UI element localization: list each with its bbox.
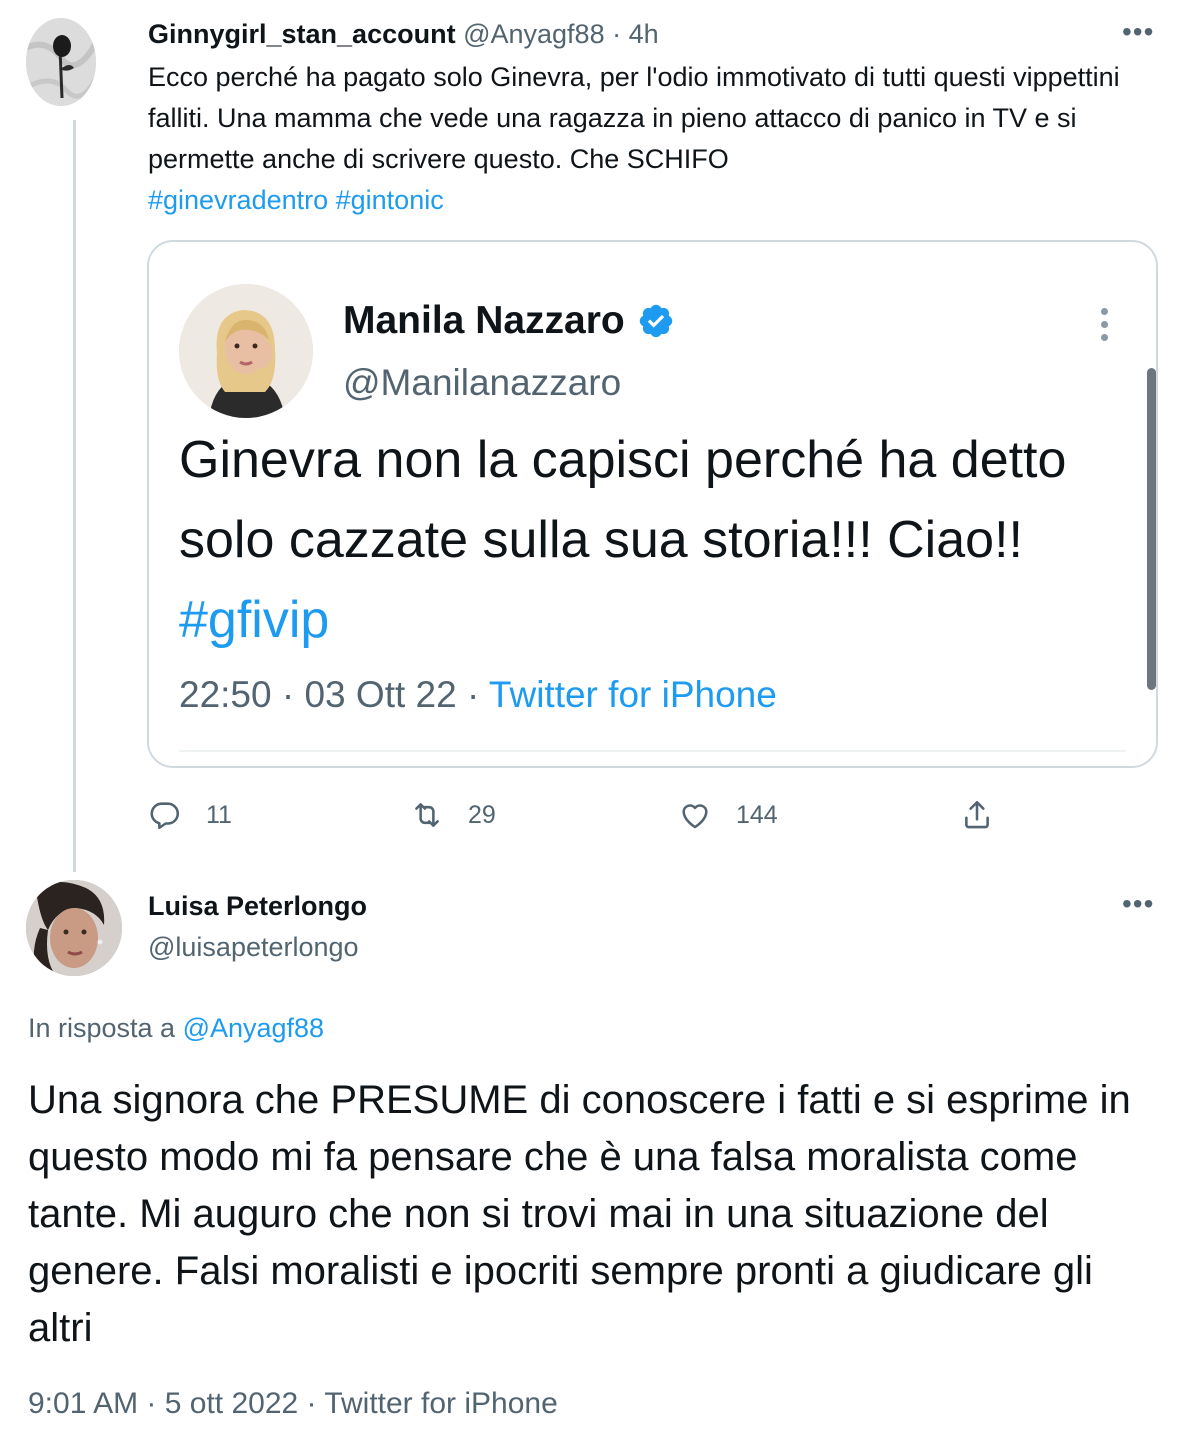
tweet-header: Ginnygirl_stan_account @Anyagf88 · 4h <box>148 16 659 52</box>
like-count: 144 <box>736 800 778 829</box>
reply-source[interactable]: Twitter for iPhone <box>324 1387 557 1420</box>
verified-badge-icon <box>639 304 672 338</box>
quoted-tweet-meta: 22:50 · 03 Ott 22 · Twitter for iPhone <box>179 670 777 720</box>
reply-time[interactable]: 9:01 AM <box>28 1387 138 1420</box>
tweet-action-bar: 11 29 144 <box>148 793 1028 837</box>
meta-separator: · <box>456 674 489 715</box>
reply-count: 11 <box>206 800 232 829</box>
meta-separator: · <box>138 1387 165 1420</box>
retweet-icon <box>415 803 439 827</box>
reply-icon <box>150 802 180 830</box>
retweet-button[interactable]: 29 <box>410 793 496 837</box>
like-button[interactable]: 144 <box>678 793 778 837</box>
author-name[interactable]: Ginnygirl_stan_account <box>148 19 456 49</box>
quoted-tweet-text: Ginevra non la capisci perché ha detto s… <box>179 420 1089 660</box>
tweet-hashtags[interactable]: #ginevradentro #gintonic <box>148 180 1138 221</box>
quoted-tweet-card[interactable]: Manila Nazzaro @Manilanazzaro Ginevra no… <box>147 240 1158 768</box>
meta-separator: · <box>271 674 305 715</box>
quoted-author-name-text: Manila Nazzaro <box>343 299 625 342</box>
quoted-author-avatar[interactable] <box>179 284 313 418</box>
quoted-date[interactable]: 03 Ott 22 <box>304 674 456 715</box>
reply-tweet-meta: 9:01 AM · 5 ott 2022 · Twitter for iPhon… <box>28 1384 558 1424</box>
tweet-time-ago[interactable]: 4h <box>629 19 659 49</box>
share-button[interactable] <box>960 793 994 837</box>
vertical-more-icon[interactable] <box>1099 308 1109 341</box>
author-handle[interactable]: @Anyagf88 <box>463 19 605 49</box>
quoted-time[interactable]: 22:50 <box>179 674 272 715</box>
quoted-author-handle[interactable]: @Manilanazzaro <box>343 360 621 406</box>
reply-button[interactable]: 11 <box>148 793 232 837</box>
reply-tweet-text: Una signora che PRESUME di conoscere i f… <box>28 1078 1131 1350</box>
reply-author-avatar[interactable] <box>26 880 122 976</box>
replied-handle-link[interactable]: @Anyagf88 <box>183 1013 325 1043</box>
reply-prefix: In risposta a <box>28 1013 183 1043</box>
tweet-text: Ecco perché ha pagato solo Ginevra, per … <box>148 57 1138 221</box>
share-icon <box>965 800 989 829</box>
tweet-body: Ecco perché ha pagato solo Ginevra, per … <box>148 62 1120 174</box>
thread-connector-line <box>73 120 76 872</box>
reply-author-name[interactable]: Luisa Peterlongo <box>148 888 367 924</box>
reply-context: In risposta a @Anyagf88 <box>28 1010 324 1046</box>
card-scrollbar[interactable] <box>1147 368 1156 690</box>
quoted-tweet-body: Ginevra non la capisci perché ha detto s… <box>179 431 1067 569</box>
quoted-source[interactable]: Twitter for iPhone <box>489 674 777 715</box>
header-separator: · <box>604 19 629 49</box>
meta-separator: · <box>298 1387 325 1420</box>
retweet-count: 29 <box>468 800 496 829</box>
card-divider <box>179 750 1126 752</box>
more-options-icon[interactable]: ••• <box>1122 18 1154 46</box>
reply-author-handle[interactable]: @luisapeterlongo <box>148 929 359 965</box>
more-options-icon[interactable]: ••• <box>1122 890 1154 918</box>
quoted-hashtag[interactable]: #gfivip <box>179 591 329 649</box>
quoted-author-name[interactable]: Manila Nazzaro <box>343 297 675 345</box>
rose-avatar-icon[interactable] <box>26 18 96 106</box>
heart-icon <box>682 804 708 829</box>
reply-date[interactable]: 5 ott 2022 <box>165 1387 298 1420</box>
